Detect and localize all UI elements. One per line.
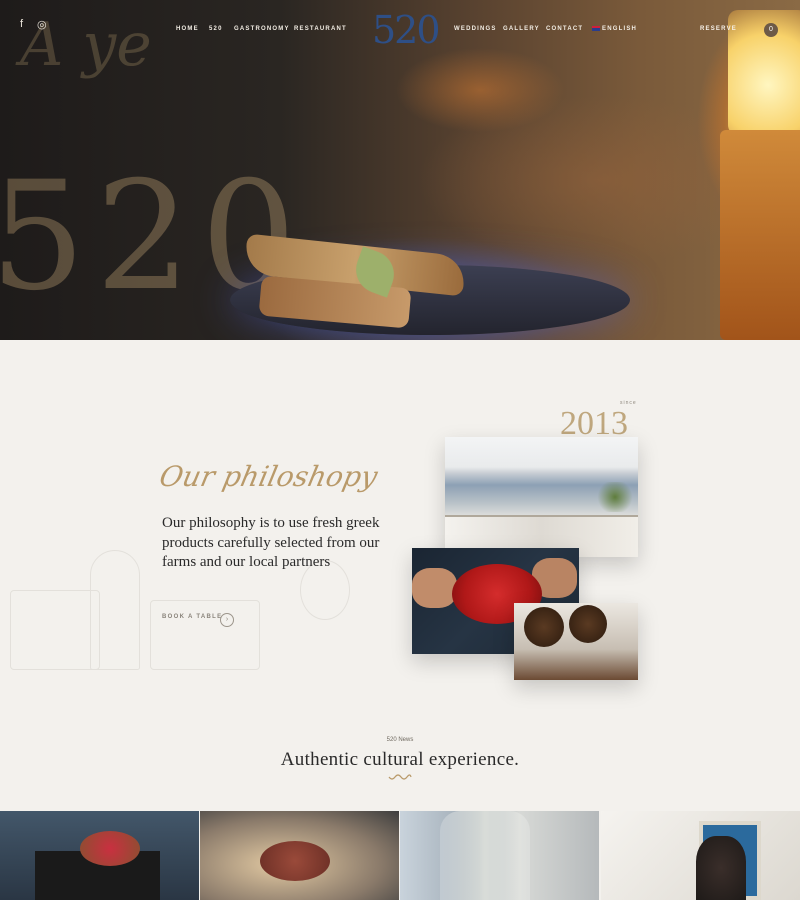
book-table-link[interactable]: BOOK A TABLE — [162, 614, 222, 620]
news-image-octopus[interactable] — [200, 811, 399, 900]
news-image-bottle[interactable] — [400, 811, 599, 900]
language-label: ENGLISH — [602, 26, 638, 33]
news-label: 520 News — [386, 737, 414, 743]
top-navigation: f ◎ HOME 520 GASTRONOMY RESTAURANT 520 W… — [0, 0, 800, 60]
news-image-wedding[interactable] — [601, 811, 800, 900]
barrels-photo — [514, 603, 638, 680]
reserve-link[interactable]: RESERVE — [700, 26, 737, 32]
logo[interactable]: 520 — [372, 8, 441, 52]
instagram-icon[interactable]: ◎ — [37, 18, 47, 31]
cart-badge[interactable]: 0 — [764, 23, 778, 37]
nav-link-contact[interactable]: CONTACT — [546, 26, 583, 32]
hero-drink — [720, 130, 800, 340]
language-selector[interactable]: ENGLISH — [592, 26, 637, 32]
uk-flag-icon — [592, 26, 600, 31]
terrace-photo — [445, 437, 638, 557]
facebook-icon[interactable]: f — [20, 18, 23, 30]
nav-link-520[interactable]: 520 — [209, 26, 223, 32]
news-title: Authentic cultural experience. — [280, 749, 520, 770]
chevron-right-icon[interactable]: › — [220, 613, 234, 627]
news-image-drink[interactable] — [0, 811, 199, 900]
philosophy-title: Our philoshopy — [156, 460, 381, 493]
nav-link-weddings[interactable]: WEDDINGS — [454, 26, 497, 32]
wave-divider-icon — [388, 774, 412, 780]
nav-link-gallery[interactable]: GALLERY — [503, 26, 540, 32]
nav-link-gastronomy[interactable]: GASTRONOMY — [234, 26, 290, 32]
philosophy-text: Our philosophy is to use fresh greek pro… — [162, 515, 380, 570]
nav-link-restaurant[interactable]: RESTAURANT — [294, 26, 347, 32]
nav-link-home[interactable]: HOME — [176, 26, 199, 32]
